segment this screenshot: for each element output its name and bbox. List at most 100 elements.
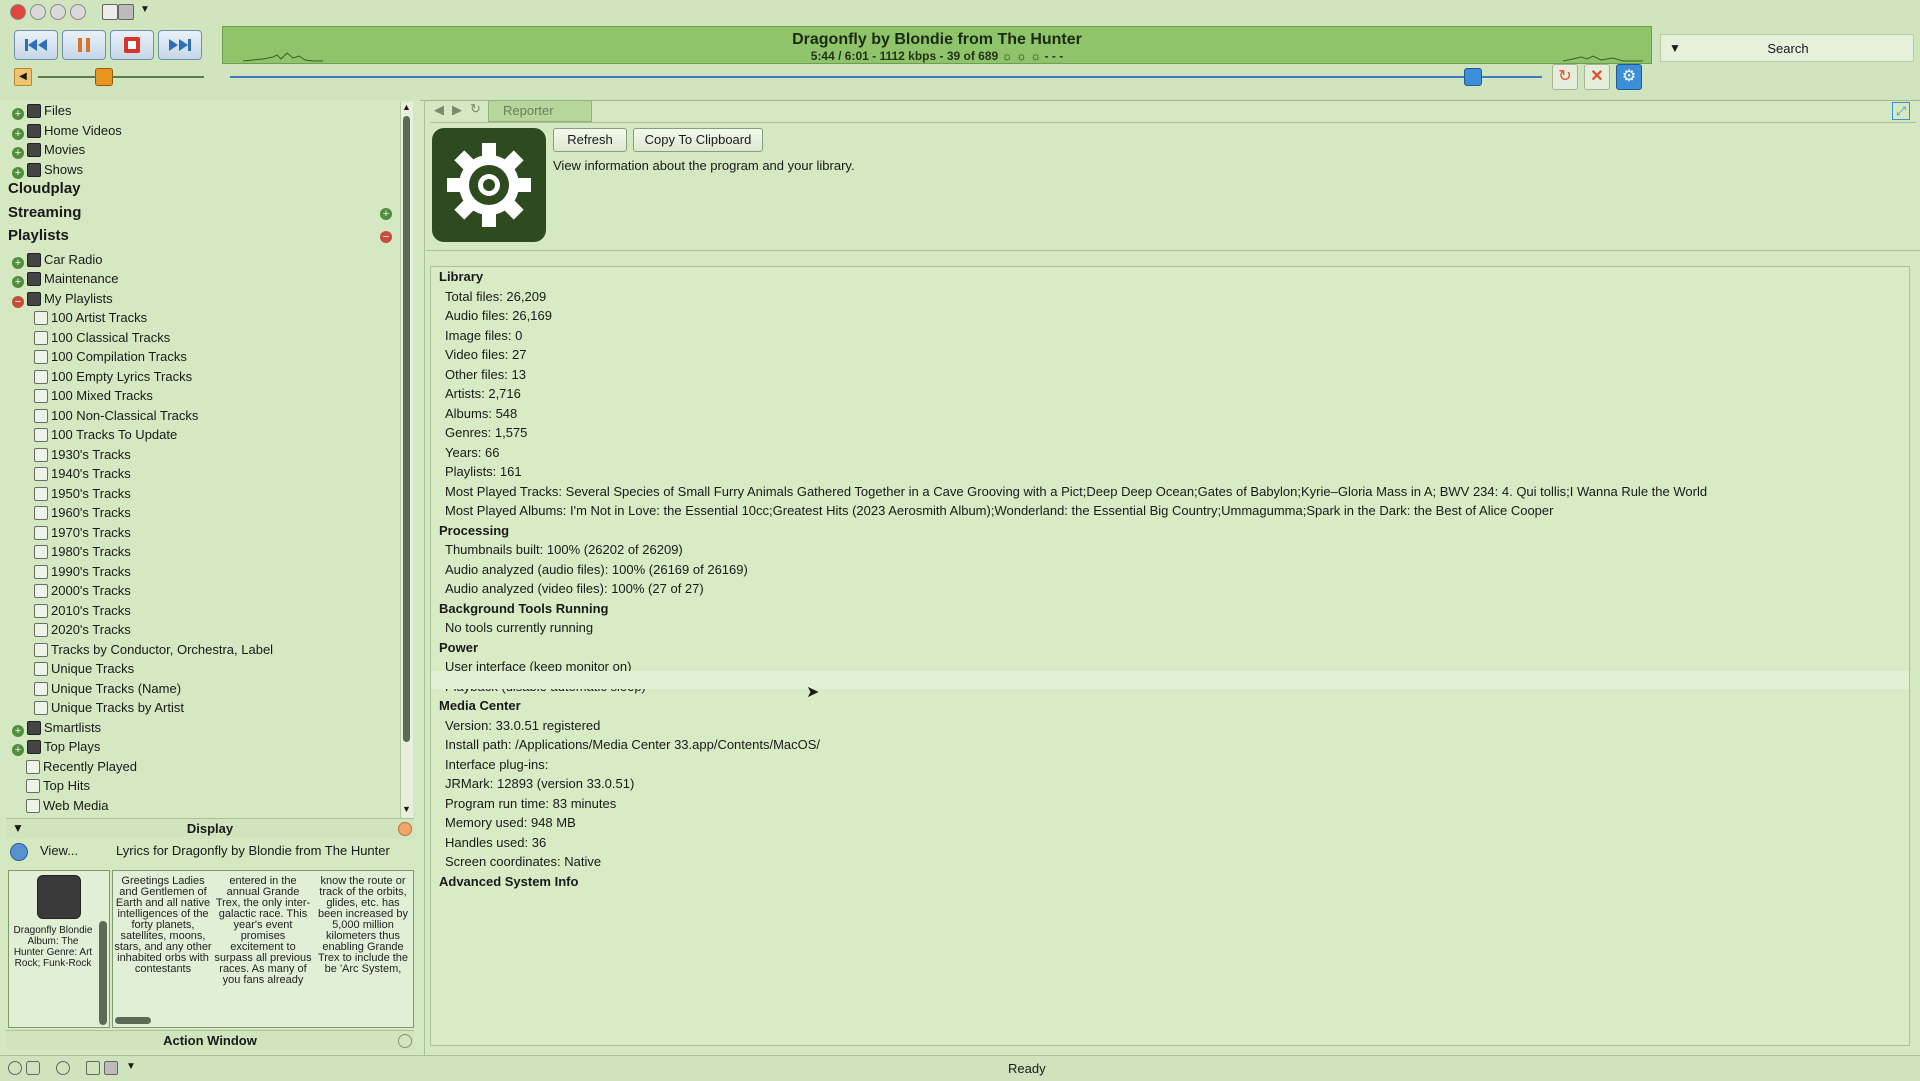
sidebar-scroll-thumb[interactable] bbox=[403, 116, 410, 742]
previous-track-button[interactable] bbox=[14, 30, 58, 60]
sidebar-group-0[interactable]: + Smartlists bbox=[12, 719, 101, 737]
back-icon[interactable]: ◀ bbox=[434, 102, 444, 118]
sidebar-playlist-group-1[interactable]: + Maintenance bbox=[12, 270, 118, 288]
sidebar-section-playlists[interactable]: Playlists bbox=[8, 227, 69, 244]
sidebar-item-0[interactable]: + Files bbox=[12, 102, 71, 120]
sidebar-scrollbar[interactable]: ▲ ▼ bbox=[400, 102, 413, 818]
shuffle-button[interactable]: ✕ bbox=[1584, 64, 1610, 90]
tab-reporter[interactable]: Reporter bbox=[488, 100, 592, 122]
sidebar-item-1[interactable]: + Home Videos bbox=[12, 122, 122, 140]
sidebar-item-2[interactable]: + Movies bbox=[12, 141, 85, 159]
sidebar-playlist-15[interactable]: 2010's Tracks bbox=[34, 602, 131, 620]
display-options-icon[interactable] bbox=[398, 822, 412, 836]
sidebar-section-cloudplay[interactable]: Cloudplay bbox=[8, 180, 81, 197]
playlist-icon bbox=[34, 681, 48, 696]
sidebar-playlist-2[interactable]: 100 Compilation Tracks bbox=[34, 348, 187, 366]
sidebar-playlist-5[interactable]: 100 Non-Classical Tracks bbox=[34, 407, 198, 425]
link-status-icon[interactable] bbox=[56, 1061, 70, 1075]
expand-icon[interactable]: + bbox=[12, 744, 24, 756]
layout-status-icon[interactable] bbox=[86, 1061, 100, 1075]
sidebar-item-3[interactable]: + Shows bbox=[12, 161, 83, 179]
volume-slider[interactable] bbox=[38, 76, 204, 78]
action-window-header[interactable]: Action Window bbox=[6, 1030, 414, 1051]
volume-slider-handle[interactable] bbox=[95, 68, 113, 86]
reload-icon[interactable]: ↻ bbox=[470, 101, 481, 117]
sidebar-playlist-9[interactable]: 1950's Tracks bbox=[34, 485, 131, 503]
scroll-up-icon[interactable]: ▲ bbox=[402, 102, 411, 112]
sidebar-playlist-19[interactable]: Unique Tracks (Name) bbox=[34, 680, 181, 698]
chevron-down-icon[interactable]: ▼ bbox=[140, 4, 150, 15]
view-menu[interactable]: View... bbox=[40, 843, 78, 858]
expand-icon[interactable]: + bbox=[12, 127, 24, 140]
refresh-button[interactable]: Refresh bbox=[553, 128, 627, 152]
expand-icon[interactable]: + bbox=[12, 108, 24, 120]
zoom-window-button[interactable] bbox=[50, 4, 66, 20]
stop-button[interactable] bbox=[110, 30, 154, 60]
expand-icon[interactable]: + bbox=[12, 276, 24, 288]
next-track-button[interactable] bbox=[158, 30, 202, 60]
sidebar-topplays-2[interactable]: Web Media bbox=[26, 797, 109, 815]
sidebar-playlist-14[interactable]: 2000's Tracks bbox=[34, 582, 131, 600]
sidebar-playlist-8[interactable]: 1940's Tracks bbox=[34, 465, 131, 483]
sidebar-playlist-20[interactable]: Unique Tracks by Artist bbox=[34, 699, 184, 717]
collapse-icon[interactable]: − bbox=[12, 295, 24, 308]
splitter[interactable] bbox=[424, 100, 425, 1055]
sidebar-group-1[interactable]: + Top Plays bbox=[12, 738, 100, 756]
scroll-down-icon[interactable]: ▼ bbox=[402, 804, 411, 814]
info-line: Most Played Albums: I'm Not in Love: the… bbox=[445, 503, 1554, 518]
sidebar-topplays-0[interactable]: Recently Played bbox=[26, 758, 137, 776]
speaker-icon[interactable]: ◀ bbox=[14, 68, 32, 86]
media-icon[interactable] bbox=[26, 1061, 40, 1075]
dsp-settings-button[interactable]: ⚙ bbox=[1616, 64, 1642, 90]
link-icon[interactable] bbox=[70, 4, 86, 20]
sidebar-playlist-1[interactable]: 100 Classical Tracks bbox=[34, 329, 170, 347]
now-playing-display[interactable]: Dragonfly by Blondie from The Hunter 5:4… bbox=[222, 26, 1652, 64]
sidebar-playlist-6[interactable]: 100 Tracks To Update bbox=[34, 426, 177, 444]
sidebar-playlist-10[interactable]: 1960's Tracks bbox=[34, 504, 131, 522]
tree-item-label: My Playlists bbox=[44, 290, 113, 306]
fullscreen-icon[interactable]: ⤢ bbox=[1892, 102, 1910, 120]
sidebar-section-streaming[interactable]: Streaming bbox=[8, 204, 81, 221]
minimize-window-button[interactable] bbox=[30, 4, 46, 20]
close-window-button[interactable] bbox=[10, 4, 26, 20]
expand-icon[interactable]: + bbox=[12, 147, 24, 159]
rating-stars-icon[interactable]: ☼ ☼ ☼ - - - bbox=[1002, 49, 1064, 63]
sidebar-playlist-group-0[interactable]: + Car Radio bbox=[12, 251, 103, 269]
sidebar-playlist-13[interactable]: 1990's Tracks bbox=[34, 563, 131, 581]
sidebar-playlist-11[interactable]: 1970's Tracks bbox=[34, 524, 131, 542]
lyrics-scrollbar-thumb[interactable] bbox=[115, 1017, 151, 1024]
view-icon[interactable] bbox=[10, 843, 28, 861]
sidebar-playlist-4[interactable]: 100 Mixed Tracks bbox=[34, 387, 153, 405]
sidebar-playlist-16[interactable]: 2020's Tracks bbox=[34, 621, 131, 639]
sidebar-playlist-7[interactable]: 1930's Tracks bbox=[34, 446, 131, 464]
sidebar-playlist-18[interactable]: Unique Tracks bbox=[34, 660, 134, 678]
add-icon[interactable]: + bbox=[380, 207, 392, 220]
playlist-icon bbox=[34, 330, 48, 345]
chevron-down-icon[interactable]: ▼ bbox=[126, 1061, 136, 1072]
forward-icon[interactable]: ▶ bbox=[452, 102, 462, 118]
sidebar-playlist-group-2[interactable]: − My Playlists bbox=[12, 290, 113, 308]
expand-icon[interactable]: + bbox=[12, 166, 24, 179]
layout-icon[interactable] bbox=[102, 4, 118, 20]
search-box[interactable]: ▼ Search bbox=[1660, 34, 1914, 62]
sidebar-playlist-12[interactable]: 1980's Tracks bbox=[34, 543, 131, 561]
theater-status-icon[interactable] bbox=[104, 1061, 118, 1075]
sidebar-playlist-17[interactable]: Tracks by Conductor, Orchestra, Label bbox=[34, 641, 273, 659]
track-info-scrollbar[interactable] bbox=[99, 921, 107, 1025]
pause-button[interactable] bbox=[62, 30, 106, 60]
seek-bar-handle[interactable] bbox=[1464, 68, 1482, 86]
seek-bar[interactable] bbox=[230, 76, 1542, 78]
status-icon[interactable] bbox=[8, 1061, 22, 1075]
repeat-button[interactable]: ↻ bbox=[1552, 64, 1578, 90]
action-window-options-icon[interactable] bbox=[398, 1034, 412, 1048]
album-art[interactable] bbox=[37, 875, 81, 919]
collapse-icon[interactable]: − bbox=[380, 231, 392, 243]
sidebar-playlist-3[interactable]: 100 Empty Lyrics Tracks bbox=[34, 368, 192, 386]
display-header[interactable]: ▼ Display bbox=[6, 818, 414, 839]
expand-icon[interactable]: + bbox=[12, 724, 24, 737]
theater-view-icon[interactable] bbox=[118, 4, 134, 20]
sidebar-topplays-1[interactable]: Top Hits bbox=[26, 777, 90, 795]
expand-icon[interactable]: + bbox=[12, 256, 24, 269]
sidebar-playlist-0[interactable]: 100 Artist Tracks bbox=[34, 309, 147, 327]
copy-to-clipboard-button[interactable]: Copy To Clipboard bbox=[633, 128, 763, 152]
